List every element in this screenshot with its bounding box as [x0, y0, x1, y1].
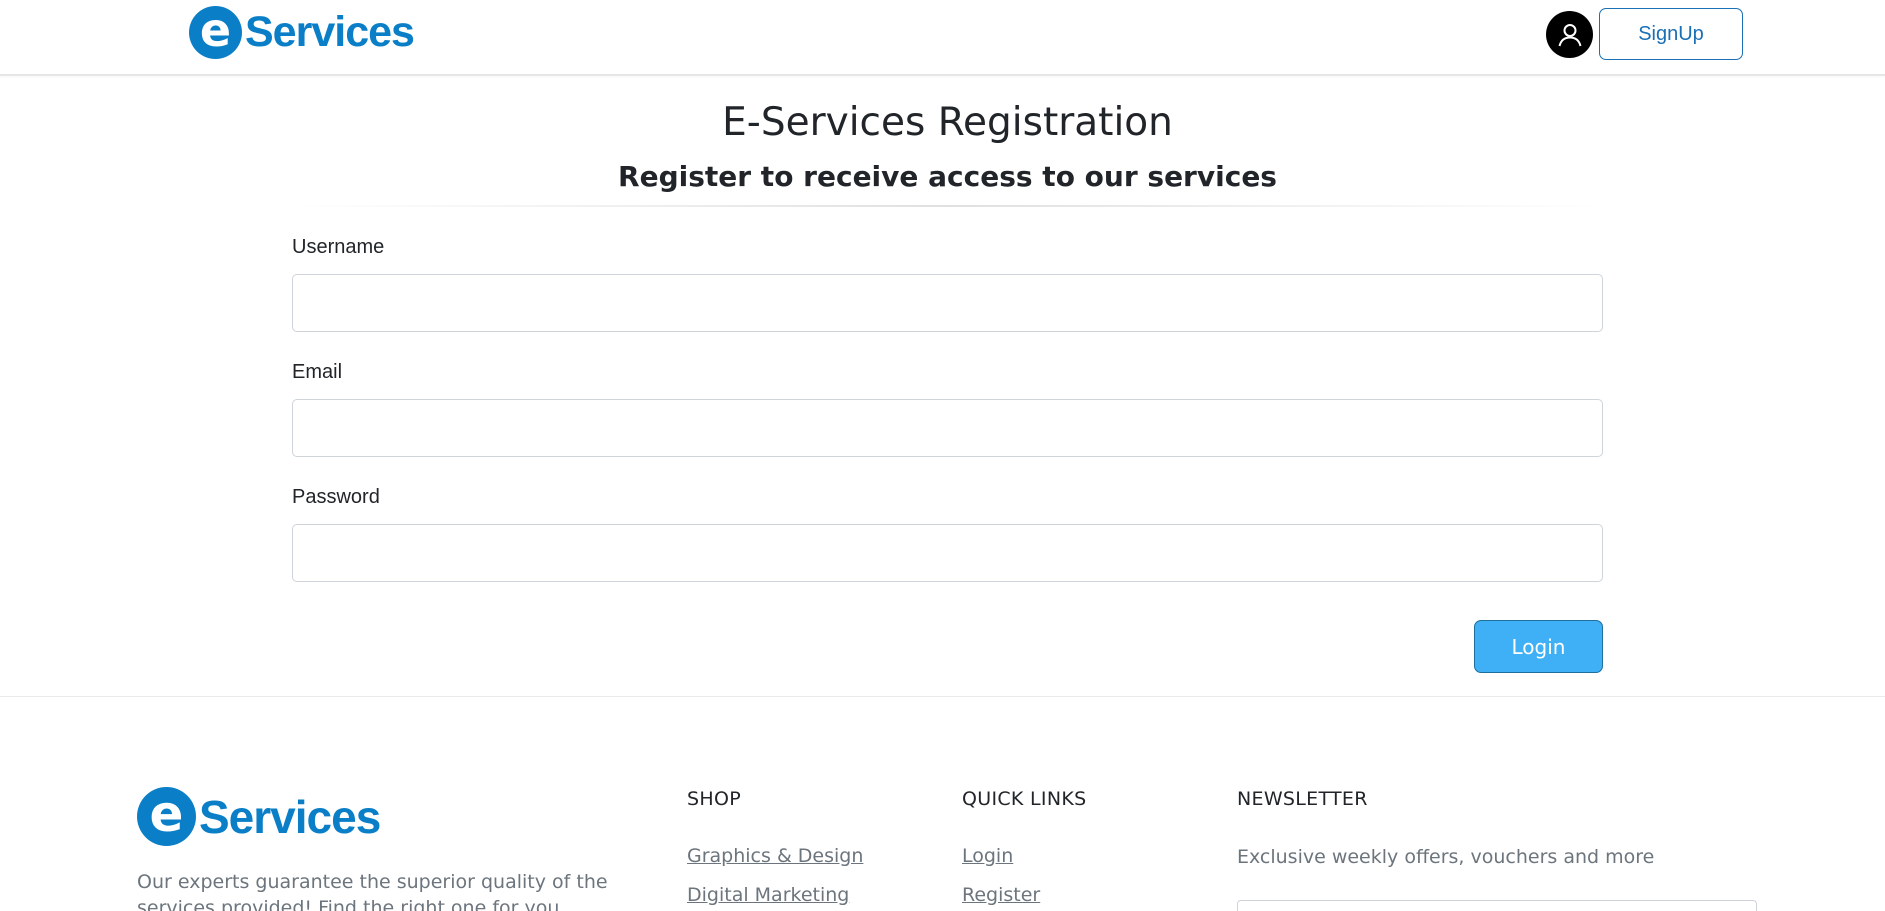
password-label: Password — [292, 486, 380, 508]
quick-links-heading: QUICK LINKS — [962, 788, 1087, 810]
newsletter-text: Exclusive weekly offers, vouchers and mo… — [1237, 846, 1655, 868]
newsletter-heading: NEWSLETTER — [1237, 788, 1368, 810]
email-label: Email — [292, 361, 343, 383]
quick-link-register[interactable]: Register — [962, 884, 1040, 906]
logo-text: Services — [245, 8, 415, 56]
shop-link-graphics-design[interactable]: Graphics & Design — [687, 845, 863, 867]
logo-e-icon: e — [189, 6, 242, 59]
email-field[interactable] — [292, 399, 1603, 457]
shop-heading: SHOP — [687, 788, 741, 810]
title-divider — [293, 205, 1603, 207]
username-label: Username — [292, 236, 385, 258]
footer-logo[interactable]: e Services — [137, 787, 381, 846]
page-title: E-Services Registration — [722, 100, 1173, 145]
header-logo[interactable]: e Services — [189, 6, 415, 59]
shop-link-digital-marketing[interactable]: Digital Marketing — [687, 884, 849, 906]
login-button[interactable]: Login — [1474, 620, 1603, 673]
quick-link-login[interactable]: Login — [962, 845, 1013, 867]
footer-description: Our experts guarantee the superior quali… — [137, 871, 608, 911]
signup-button[interactable]: SignUp — [1599, 8, 1743, 60]
section-divider — [0, 696, 1885, 697]
logo-text: Services — [199, 790, 381, 843]
site-header: e Services SignUp — [0, 0, 1885, 76]
password-field[interactable] — [292, 524, 1603, 582]
username-field[interactable] — [292, 274, 1603, 332]
newsletter-email-input[interactable] — [1237, 900, 1757, 911]
logo-e-icon: e — [137, 787, 196, 846]
user-icon[interactable] — [1546, 11, 1593, 58]
page-subtitle: Register to receive access to our servic… — [618, 160, 1277, 193]
